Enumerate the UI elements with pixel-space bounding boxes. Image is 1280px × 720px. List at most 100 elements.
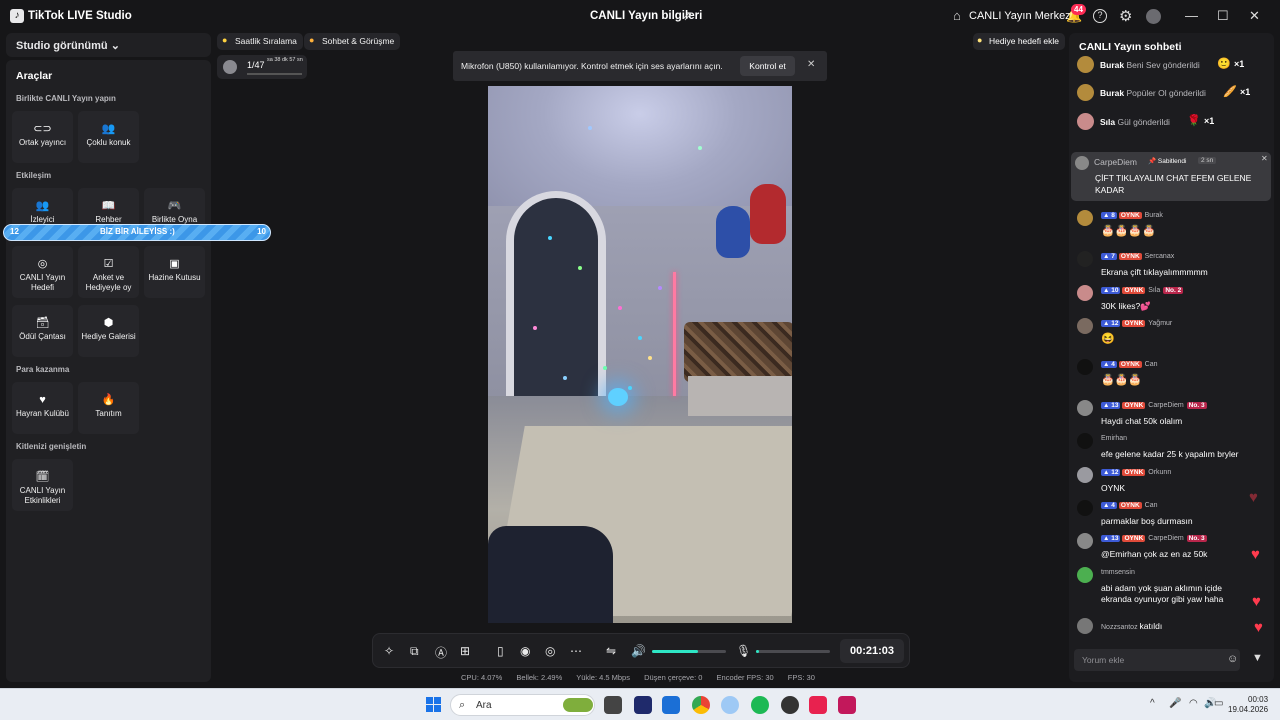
tile-poll[interactable]: ☑ Anket ve Hediyeyle oy: [78, 246, 139, 298]
bag-icon: 🗃: [35, 317, 50, 329]
floating-heart-icon: ♥: [1254, 619, 1263, 636]
message-meta: ▲ 7 OYNK Sercanax: [1101, 253, 1174, 260]
gift-count: ×1: [1204, 116, 1215, 126]
tile-fan-club[interactable]: ♥ Hayran Kulübü: [12, 382, 73, 434]
after-effects-icon[interactable]: [634, 696, 652, 714]
tile-live-events[interactable]: 🗓 CANLI Yayın Etkinlikleri: [12, 459, 73, 511]
battery-icon[interactable]: ▭: [1214, 698, 1223, 709]
viewer-icon: 👥: [35, 200, 50, 212]
live-center-link[interactable]: CANLI Yayın Merkezi: [969, 10, 1073, 22]
share-icon[interactable]: ⇗: [682, 8, 693, 24]
fan-badge: OYNK: [1118, 361, 1142, 368]
more-icon[interactable]: ⋯: [570, 644, 582, 658]
fan-badge: OYNK: [1122, 535, 1146, 542]
settings-gear-icon[interactable]: ⚙: [1119, 7, 1132, 25]
scene-blue-glove: [716, 206, 750, 258]
taskbar-search[interactable]: ⌕ Ara: [450, 694, 595, 716]
message-meta: ▲ 10 OYNK Sıla No. 2: [1101, 287, 1184, 294]
clock-time: 00:03: [1248, 695, 1269, 704]
light-dot: [533, 326, 537, 330]
file-explorer-icon[interactable]: [604, 696, 622, 714]
fan-badge: OYNK: [1122, 402, 1146, 409]
lightbulb-icon: ●: [977, 35, 983, 45]
phone-icon[interactable]: ▯: [497, 644, 504, 658]
scene-bed: [684, 322, 792, 382]
scene-red-glove: [750, 184, 786, 244]
hourly-rank-widget[interactable]: 1/47 sa 38 dk 57 sn: [217, 55, 307, 79]
help-icon[interactable]: ?: [1093, 9, 1107, 23]
spotify-icon[interactable]: [751, 696, 769, 714]
outlook-icon[interactable]: [662, 696, 680, 714]
magic-wand-icon[interactable]: ✧: [384, 644, 394, 658]
gift-count: ×1: [1240, 87, 1251, 97]
trophy-icon: ●: [222, 35, 228, 45]
home-icon[interactable]: ⌂: [953, 8, 961, 23]
snapshot-icon[interactable]: ◎: [545, 644, 555, 658]
studio-view-dropdown[interactable]: Studio görünümü ⌄: [6, 33, 211, 57]
tile-multi-guest[interactable]: 👥 Çoklu konuk: [78, 111, 139, 163]
pinned-tag: 📌 Sabitlendi: [1148, 157, 1186, 165]
record-icon[interactable]: ◉: [520, 644, 530, 658]
wifi-icon[interactable]: ◠: [1189, 698, 1198, 709]
audio-adjust-icon[interactable]: ⇋: [606, 644, 616, 658]
pinned-message[interactable]: CarpeDiem 📌 Sabitlendi 2 sn ✕ ÇİFT TIKLA…: [1071, 152, 1271, 201]
app-title: TikTok LIVE Studio: [28, 10, 132, 22]
book-icon: 📖: [101, 200, 116, 212]
chat-meet-pill[interactable]: ● Sohbet & Görüşme: [304, 33, 401, 50]
network-app-icon[interactable]: [721, 696, 739, 714]
mic-level-slider[interactable]: [756, 650, 830, 653]
tiktok-live-studio-icon[interactable]: [838, 696, 856, 714]
tile-label: Ortak yayıncı: [18, 138, 67, 147]
close-icon[interactable]: ✕: [807, 59, 815, 70]
avatar: [1077, 433, 1093, 449]
gift-message: Sıla Gül gönderildi 🌹 ×1: [1077, 113, 1267, 133]
add-gift-goal-button[interactable]: ● Hediye hedefi ekle: [973, 33, 1065, 50]
steam-icon[interactable]: [781, 696, 799, 714]
message-text: OYNK: [1101, 483, 1126, 493]
windows-start-icon[interactable]: [426, 697, 441, 712]
speaker-icon[interactable]: 🔊: [631, 644, 646, 658]
taskbar-clock[interactable]: 00:03 19.04.2026: [1228, 695, 1268, 715]
chat-message[interactable]: tmmsensin abi adam yok şuan aklımın içid…: [1077, 567, 1272, 607]
live-video-preview[interactable]: [488, 86, 792, 623]
tile-label: Hediye Galerisi: [81, 332, 136, 341]
tile-gift-gallery[interactable]: ⬢ Hediye Galerisi: [78, 305, 139, 357]
emoji-icon[interactable]: ☺: [1227, 653, 1238, 665]
profile-avatar[interactable]: [1146, 9, 1161, 24]
tile-reward-bag[interactable]: 🗃 Ödül Çantası: [12, 305, 73, 357]
volume-slider[interactable]: [652, 650, 726, 653]
tiktok-icon[interactable]: [809, 696, 827, 714]
filter-icon[interactable]: ▼: [1252, 652, 1263, 664]
tile-label: Hayran Kulübü: [16, 409, 69, 418]
rank-avatar: [223, 60, 237, 74]
add-media-icon[interactable]: ⊞: [460, 644, 470, 658]
minimize-icon[interactable]: —: [1185, 8, 1198, 23]
rank-badge: No. 2: [1163, 287, 1184, 294]
tile-live-goal[interactable]: ◎ CANLI Yayın Hedefi: [12, 246, 73, 298]
close-window-icon[interactable]: ✕: [1249, 8, 1260, 24]
rank-badge: No. 3: [1186, 535, 1207, 542]
tile-label: Hazine Kutusu: [148, 273, 201, 282]
gift-user: Sıla Gül gönderildi: [1100, 117, 1170, 127]
tile-treasure-box[interactable]: ▣ Hazine Kutusu: [144, 246, 205, 298]
chrome-icon[interactable]: [692, 696, 710, 714]
tile-cohost[interactable]: ⊂⊃ Ortak yayıncı: [12, 111, 73, 163]
message-text: efe gelene kadar 25 k yapalım bryler: [1101, 449, 1239, 459]
maximize-icon[interactable]: ☐: [1217, 8, 1229, 24]
check-button[interactable]: Kontrol et: [740, 56, 795, 76]
microphone-icon[interactable]: 🎙: [736, 644, 751, 658]
level-badge: ▲ 7: [1101, 253, 1117, 260]
tray-chevron-icon[interactable]: ^: [1150, 698, 1155, 709]
close-icon[interactable]: ✕: [1261, 154, 1268, 163]
caption-icon[interactable]: ⧉: [410, 644, 419, 659]
hourly-rank-pill[interactable]: ● Saatlik Sıralama: [217, 33, 303, 50]
goal-right-value: 10: [257, 227, 266, 236]
light-dot: [603, 366, 607, 370]
comment-input[interactable]: Yorum ekle ☺: [1074, 649, 1240, 671]
live-goal-bar[interactable]: 12 BİZ BİR AİLEYİSS :) 10: [3, 224, 271, 241]
tray-mic-icon[interactable]: 🎤: [1169, 698, 1181, 709]
gift-text: Gül gönderildi: [1117, 117, 1170, 127]
message-user: Burak: [1144, 212, 1163, 219]
tile-promote[interactable]: 🔥 Tanıtım: [78, 382, 139, 434]
ai-icon[interactable]: Ⓐ: [435, 644, 447, 661]
